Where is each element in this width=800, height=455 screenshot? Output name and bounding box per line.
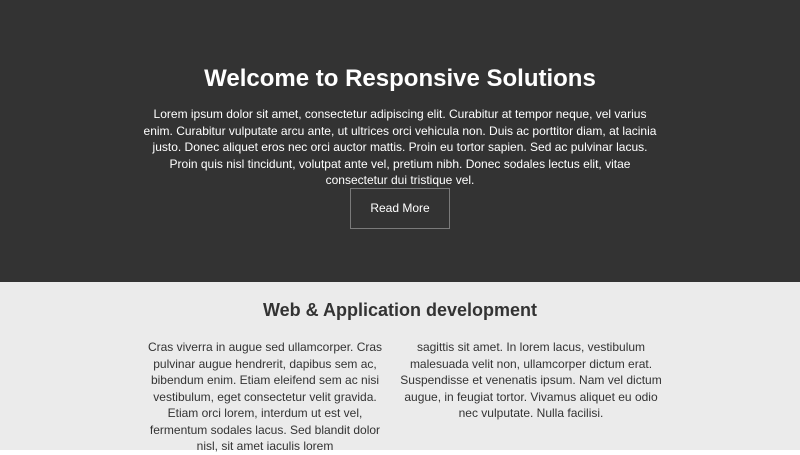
- hero-section: Welcome to Responsive Solutions Lorem ip…: [0, 0, 800, 282]
- read-more-button[interactable]: Read More: [350, 188, 450, 229]
- text-column-right: sagittis sit amet. In lorem lacus, vesti…: [400, 340, 662, 420]
- services-section: Web & Application development Cras viver…: [0, 282, 800, 453]
- hero-description: Lorem ipsum dolor sit amet, consectetur …: [143, 107, 657, 187]
- text-column-left: Cras viverra in augue sed ullamcorper. C…: [147, 340, 383, 453]
- section-title: Web & Application development: [262, 300, 538, 320]
- hero-title: Welcome to Responsive Solutions: [204, 65, 596, 92]
